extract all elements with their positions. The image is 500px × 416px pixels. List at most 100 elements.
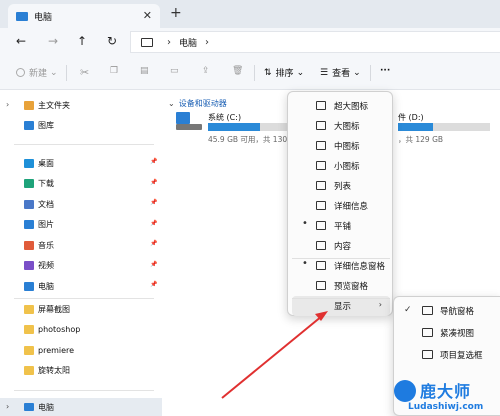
sidebar-item-pinned[interactable]: 电脑 [24,277,54,295]
folder-icon [24,179,34,188]
menu-item-view-mode[interactable]: • 平铺 [292,216,390,236]
menu-divider [292,258,390,259]
sidebar-item-home[interactable]: 主文件夹 [24,96,70,114]
sidebar-item-label: 视频 [38,261,54,270]
breadcrumb-this-pc[interactable]: 电脑 [179,36,197,49]
paste-icon[interactable]: ▤ [140,66,149,76]
cut-icon[interactable]: ✂ [80,66,89,79]
sidebar-item-pinned[interactable]: 视频 [24,257,54,275]
rename-icon[interactable]: ▭ [170,66,179,76]
drive-item-c[interactable]: 系统 (C:) 45.9 GB 可用，共 130 [172,110,292,146]
new-tab-button[interactable]: + [170,5,182,21]
share-icon[interactable]: ⇪ [202,66,210,76]
menu-item-view-mode[interactable]: 内容 [292,236,390,256]
pin-icon[interactable]: 📌 [150,261,157,268]
view-menu: 超大图标大图标中图标 小图标 列表 详细信息 • 平铺内容 • 详细信息窗格 预览窗格显示 › [287,91,393,316]
menu-item-view-mode[interactable]: 详细信息 [292,196,390,216]
sidebar-item-pinned[interactable]: 音乐 [24,236,54,254]
selected-dot-icon: • [302,218,308,229]
breadcrumb-separator[interactable]: › [167,37,171,48]
new-button-label: 新建 [29,69,48,79]
sidebar-item-this-pc[interactable]: › 电脑 [0,398,162,416]
view-button[interactable]: ☰ 查看 ⌄ [320,66,361,80]
pin-icon[interactable]: 📌 [150,281,157,288]
command-bar: 新建 ⌄ ✂ ❐ ▤ ▭ ⇪ 🗑 ⇅ 排序 ⌄ ☰ 查看 ⌄ ··· [0,56,500,90]
view-mode-icon [316,221,326,230]
drive-usage-fill [208,123,260,131]
submenu-item[interactable]: 项目复选框 [400,345,496,365]
watermark: 鹿大师 Ludashiwj.com [394,374,500,416]
view-mode-icon [316,141,326,150]
menu-item-label: 大图标 [334,122,360,132]
menu-item-view-mode[interactable]: 列表 [292,176,390,196]
submenu-item[interactable]: 紧凑视图 [400,323,496,343]
menu-item-view-mode[interactable]: 超大图标 [292,96,390,116]
sidebar-item-label: 图片 [38,220,54,229]
submenu-item[interactable]: ✓ 导航窗格 [400,301,496,321]
view-mode-icon [316,201,326,210]
watermark-url: Ludashiwj.com [408,402,484,412]
address-bar[interactable]: › 电脑 › [130,31,500,53]
sidebar-item-pinned[interactable]: 桌面 [24,154,54,172]
sidebar-item-pinned[interactable]: 图片 [24,216,54,234]
sidebar-item-folder[interactable]: 旋转太阳 [24,362,70,380]
sidebar-item-pinned[interactable]: 文档 [24,195,54,213]
pin-icon[interactable]: 📌 [150,179,157,186]
sidebar-item-pinned[interactable]: 下载 [24,175,54,193]
menu-item-pane[interactable]: 预览窗格 [292,276,390,296]
sidebar-item-label: 主文件夹 [38,100,70,110]
more-options-button[interactable]: ··· [380,66,390,76]
chevron-down-icon: ⌄ [353,67,361,78]
sort-button[interactable]: ⇅ 排序 ⌄ [264,66,304,80]
sidebar-item-folder[interactable]: premiere [24,341,74,359]
plus-circle-icon [16,68,25,77]
new-button[interactable]: 新建 ⌄ [16,66,58,79]
submenu-item-label: 导航窗格 [440,307,475,317]
drive-name: 系统 (C:) [208,113,242,122]
view-mode-icon [316,261,326,270]
menu-divider [292,298,390,299]
tab-this-pc[interactable]: 电脑 ✕ [8,4,160,28]
sidebar-item-folder[interactable]: 屏幕截图 [24,300,70,318]
menu-item-label: 超大图标 [334,102,369,112]
pin-icon[interactable]: 📌 [150,199,157,206]
tab-strip: 电脑 ✕ + [0,0,500,28]
menu-item-view-mode[interactable]: 中图标 [292,136,390,156]
sidebar-item-label: 电脑 [38,281,54,291]
breadcrumb-separator-end[interactable]: › [205,37,209,48]
refresh-button[interactable]: ↻ [107,34,117,48]
chevron-right-icon[interactable]: › [6,100,9,109]
up-button[interactable]: ↑ [77,34,87,48]
menu-item-view-mode[interactable]: 大图标 [292,116,390,136]
group-header-devices[interactable]: ⌄ 设备和驱动器 [168,98,227,109]
chevron-right-icon: › [378,300,382,309]
menu-item-label: 平铺 [334,222,352,232]
chevron-right-icon[interactable]: › [6,402,9,411]
chevron-down-icon: ⌄ [50,67,58,78]
back-button[interactable]: ← [16,34,26,48]
home-icon [24,100,34,110]
toolbar-divider [370,65,371,81]
view-mode-icon [316,241,326,250]
view-button-label: 查看 [332,69,351,79]
folder-icon [24,345,34,355]
menu-item-view-mode[interactable]: 小图标 [292,156,390,176]
drive-item-d[interactable]: 件 (D:) ，共 129 GB [392,110,498,146]
view-mode-icon [316,181,326,190]
pin-icon[interactable]: 📌 [150,240,157,247]
folder-icon [24,304,34,314]
menu-item-label: 显示 [334,302,352,312]
menu-item-show[interactable]: 显示 › [292,296,390,316]
submenu-option-icon [422,306,433,315]
pin-icon[interactable]: 📌 [150,158,157,165]
close-tab-button[interactable]: ✕ [143,9,152,22]
sidebar-item-folder[interactable]: photoshop [24,321,80,339]
delete-icon[interactable]: 🗑 [232,66,243,76]
pin-icon[interactable]: 📌 [150,220,157,227]
folder-icon [24,220,34,229]
forward-button[interactable]: → [48,34,58,48]
menu-item-pane[interactable]: • 详细信息窗格 [292,256,390,276]
submenu-option-icon [422,328,433,337]
sidebar-item-gallery[interactable]: 图库 [24,116,54,134]
copy-icon[interactable]: ❐ [110,66,118,76]
